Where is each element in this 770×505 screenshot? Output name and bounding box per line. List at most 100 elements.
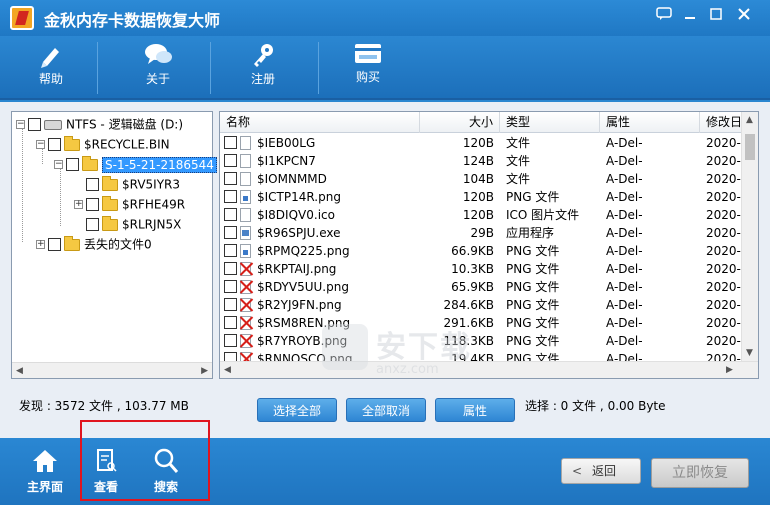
- file-row[interactable]: $I1KPCN7 124B 文件 A-Del- 2020-: [220, 152, 742, 170]
- row-checkbox[interactable]: [224, 280, 237, 293]
- row-checkbox[interactable]: [224, 154, 237, 167]
- row-checkbox[interactable]: [224, 316, 237, 329]
- file-size: 66.9KB: [451, 244, 494, 258]
- tree-item-sid-folder[interactable]: − S-1-5-21-2186544: [54, 155, 217, 173]
- scroll-left-icon[interactable]: ◀: [16, 366, 23, 376]
- collapse-icon[interactable]: −: [36, 140, 45, 149]
- file-type: PNG 文件: [506, 262, 560, 276]
- tree-checkbox[interactable]: [86, 178, 99, 191]
- file-size: 104B: [462, 172, 494, 186]
- tree-checkbox[interactable]: [86, 218, 99, 231]
- file-modified: 2020-: [706, 136, 741, 150]
- watermark: 安下载 anxz.com: [322, 320, 492, 384]
- collapse-icon[interactable]: −: [54, 160, 63, 169]
- about-label: 关于: [145, 72, 170, 86]
- file-row[interactable]: $RPMQ225.png 66.9KB PNG 文件 A-Del- 2020-: [220, 242, 742, 260]
- row-checkbox[interactable]: [224, 208, 237, 221]
- tree-item-recycle-bin[interactable]: − $RECYCLE.BIN: [36, 135, 170, 153]
- tree-item-child[interactable]: $RV5IYR3: [74, 175, 180, 193]
- scroll-right-icon[interactable]: ▶: [201, 366, 208, 376]
- scroll-down-icon[interactable]: ▼: [746, 348, 753, 358]
- collapse-icon[interactable]: −: [16, 120, 25, 129]
- file-size: 120B: [462, 190, 494, 204]
- file-row[interactable]: $ICTP14R.png 120B PNG 文件 A-Del- 2020-: [220, 188, 742, 206]
- file-row[interactable]: $I8DIQV0.ico 120B ICO 图片文件 A-Del- 2020-: [220, 206, 742, 224]
- file-type: 应用程序: [506, 226, 555, 240]
- tree-horizontal-scrollbar[interactable]: ◀ ▶: [12, 362, 212, 378]
- restore-icon[interactable]: [704, 6, 728, 28]
- properties-button[interactable]: 属性: [435, 398, 515, 422]
- row-checkbox[interactable]: [224, 244, 237, 257]
- select-all-button[interactable]: 选择全部: [257, 398, 337, 422]
- file-size: 29B: [470, 226, 494, 240]
- file-vertical-scrollbar[interactable]: ▲ ▼: [741, 112, 758, 362]
- row-checkbox[interactable]: [224, 334, 237, 347]
- file-row[interactable]: $RDYV5UU.png 65.9KB PNG 文件 A-Del- 2020-: [220, 278, 742, 296]
- file-row[interactable]: $IOMNMMD 104B 文件 A-Del- 2020-: [220, 170, 742, 188]
- expand-icon[interactable]: +: [74, 200, 83, 209]
- close-icon[interactable]: [732, 6, 756, 28]
- chat-icon[interactable]: [652, 6, 676, 28]
- back-button[interactable]: < 返回: [561, 458, 641, 484]
- column-attributes[interactable]: 属性: [600, 112, 700, 133]
- tree-label: $RECYCLE.BIN: [84, 137, 170, 152]
- file-row[interactable]: $R96SPJU.exe 29B 应用程序 A-Del- 2020-: [220, 224, 742, 242]
- row-checkbox[interactable]: [224, 262, 237, 275]
- buy-card-icon: [355, 44, 381, 63]
- file-row[interactable]: $R2YJ9FN.png 284.6KB PNG 文件 A-Del- 2020-: [220, 296, 742, 314]
- toolbar-divider: [318, 42, 319, 94]
- file-list-header: 名称 大小 类型 属性 修改日: [220, 112, 742, 133]
- column-type[interactable]: 类型: [500, 112, 600, 133]
- recover-now-button[interactable]: 立即恢复: [651, 458, 749, 488]
- column-name[interactable]: 名称: [220, 112, 420, 133]
- damaged-file-icon: [240, 334, 251, 348]
- file-attributes: A-Del-: [606, 190, 643, 204]
- buy-button[interactable]: 购买: [337, 40, 399, 96]
- home-button[interactable]: 主界面: [20, 448, 70, 495]
- deselect-all-button[interactable]: 全部取消: [346, 398, 426, 422]
- file-name: $RPMQ225.png: [257, 244, 350, 258]
- tree-checkbox[interactable]: [66, 158, 79, 171]
- expand-icon[interactable]: +: [36, 240, 45, 249]
- tree-checkbox[interactable]: [48, 238, 61, 251]
- folder-icon: [64, 235, 80, 251]
- register-button[interactable]: 注册: [232, 40, 294, 96]
- file-size: 65.9KB: [451, 280, 494, 294]
- file-row[interactable]: $RKPTAIJ.png 10.3KB PNG 文件 A-Del- 2020-: [220, 260, 742, 278]
- scroll-up-icon[interactable]: ▲: [746, 115, 753, 125]
- folder-tree: − NTFS - 逻辑磁盘 (D:) − $RECYCLE.BIN − S-1-5-2…: [11, 111, 217, 379]
- row-checkbox[interactable]: [224, 298, 237, 311]
- watermark-subtext: anxz.com: [376, 362, 439, 377]
- row-checkbox[interactable]: [224, 190, 237, 203]
- tree-guide: [60, 166, 61, 226]
- tree-item-drive[interactable]: − NTFS - 逻辑磁盘 (D:): [16, 115, 183, 133]
- tree-checkbox[interactable]: [86, 198, 99, 211]
- file-size: 10.3KB: [451, 262, 494, 276]
- damaged-file-icon: [240, 280, 251, 294]
- file-modified: 2020-: [706, 226, 741, 240]
- tree-item-child[interactable]: $RLRJN5X: [74, 215, 181, 233]
- tree-checkbox[interactable]: [28, 118, 41, 131]
- back-label: 返回: [592, 464, 617, 478]
- tree-item-lost-files[interactable]: + 丢失的文件0: [36, 235, 152, 253]
- file-modified: 2020-: [706, 172, 741, 186]
- tree-guide: [22, 126, 23, 242]
- file-row[interactable]: $IEB00LG 120B 文件 A-Del- 2020-: [220, 134, 742, 152]
- help-button[interactable]: 帮助: [20, 40, 82, 96]
- minimize-icon[interactable]: [678, 6, 702, 28]
- file-modified: 2020-: [706, 280, 741, 294]
- home-label: 主界面: [26, 480, 63, 494]
- register-key-icon: [254, 44, 273, 67]
- scroll-right-icon[interactable]: ▶: [726, 365, 733, 375]
- tree-checkbox[interactable]: [48, 138, 61, 151]
- row-checkbox[interactable]: [224, 226, 237, 239]
- file-attributes: A-Del-: [606, 298, 643, 312]
- scroll-thumb[interactable]: [745, 134, 755, 160]
- scroll-left-icon[interactable]: ◀: [224, 365, 231, 375]
- column-size[interactable]: 大小: [420, 112, 500, 133]
- row-checkbox[interactable]: [224, 172, 237, 185]
- tree-item-child[interactable]: + $RFHE49R: [74, 195, 185, 213]
- row-checkbox[interactable]: [224, 136, 237, 149]
- toolbar-divider: [210, 42, 211, 94]
- about-button[interactable]: 关于: [127, 40, 189, 96]
